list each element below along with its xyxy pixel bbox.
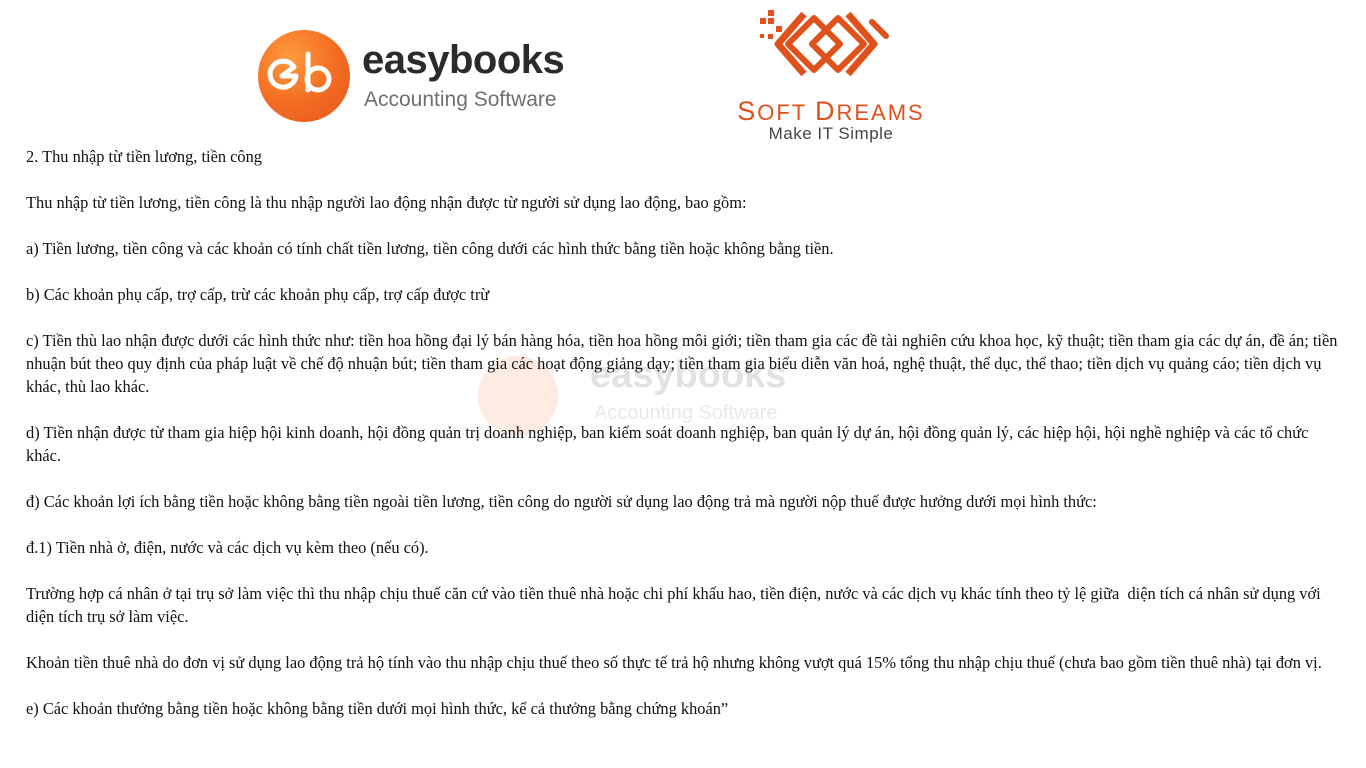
paragraph-dd1: đ.1) Tiền nhà ở, điện, nước và các dịch …	[26, 538, 429, 557]
softdreams-brand-name: SOFT DREAMS	[737, 96, 925, 126]
paragraph-office-housing: Trường hợp cá nhân ở tại trụ sở làm việc…	[26, 584, 1325, 626]
softdreams-tagline: Make IT Simple	[768, 124, 894, 143]
paragraph-dd: đ) Các khoản lợi ích bằng tiền hoặc khôn…	[26, 492, 1097, 511]
easybooks-brand-name: easybooks	[362, 38, 565, 82]
easybooks-tagline: Accounting Software	[364, 88, 557, 111]
eb-logo-icon	[258, 30, 350, 122]
paragraph-b: b) Các khoản phụ cấp, trợ cấp, trừ các k…	[26, 285, 490, 304]
section-heading: 2. Thu nhập từ tiền lương, tiền công	[26, 147, 262, 166]
paragraph-e: e) Các khoản thưởng bằng tiền hoặc không…	[26, 699, 729, 718]
paragraph-c: c) Tiền thù lao nhận được dưới các hình …	[26, 331, 1342, 396]
page-header: easybooks Accounting Software SOFT DREAM…	[0, 0, 1366, 145]
paragraph-rent-cap: Khoản tiền thuê nhà do đơn vị sử dụng la…	[26, 653, 1322, 672]
easybooks-logo: easybooks Accounting Software	[258, 30, 578, 125]
paragraph-d: d) Tiền nhận được từ tham gia hiệp hội k…	[26, 423, 1313, 465]
document-body: 2. Thu nhập từ tiền lương, tiền công Thu…	[26, 145, 1342, 743]
paragraph-intro: Thu nhập từ tiền lương, tiền công là thu…	[26, 193, 747, 212]
softdreams-logo-icon	[756, 8, 906, 103]
paragraph-a: a) Tiền lương, tiền công và các khoản có…	[26, 239, 834, 258]
softdreams-logo: SOFT DREAMS Make IT Simple	[706, 8, 956, 143]
